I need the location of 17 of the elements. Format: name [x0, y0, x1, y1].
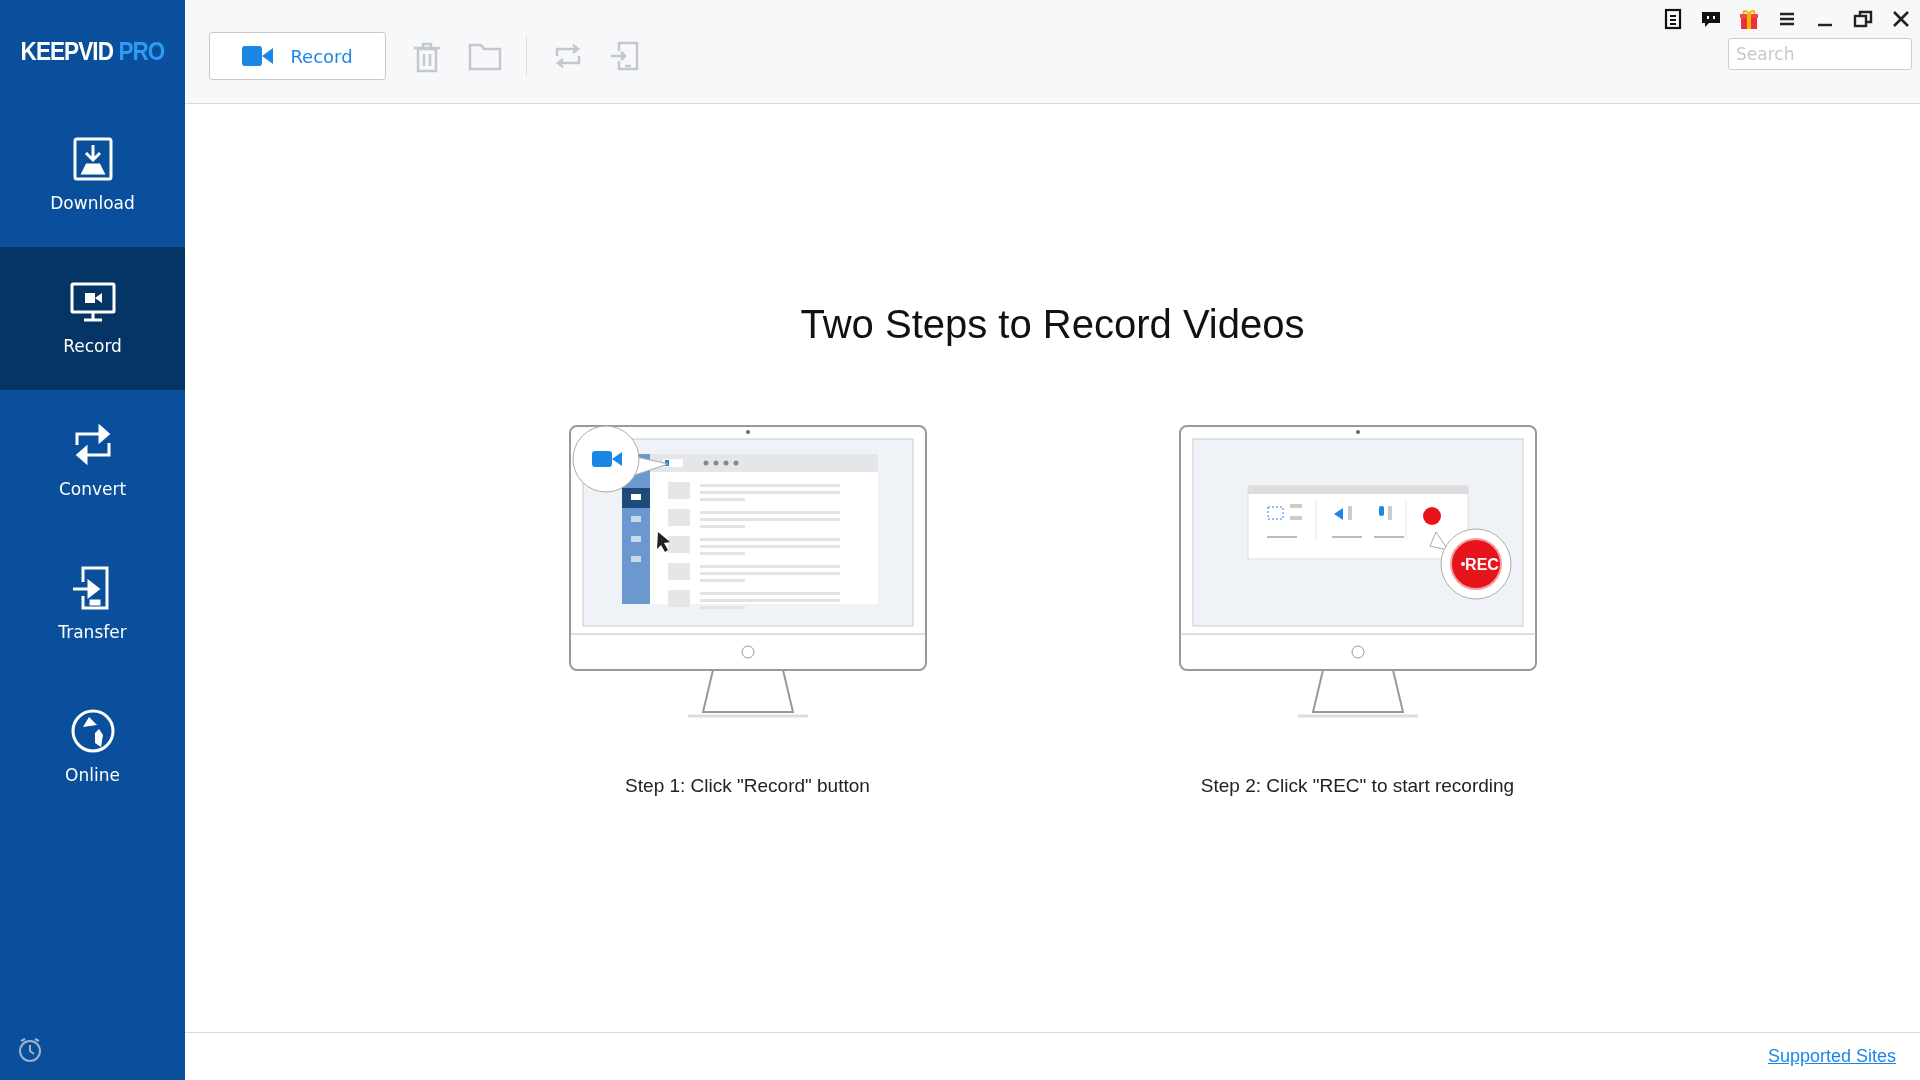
- restore-icon[interactable]: [1852, 8, 1874, 30]
- sidebar-item[interactable]: Transfer: [0, 533, 185, 676]
- rec-label: REC: [1464, 556, 1499, 573]
- supported-sites-link[interactable]: Supported Sites: [1767, 1043, 1896, 1070]
- clock-icon[interactable]: [16, 1036, 44, 1064]
- page-heading: Two Steps to Record Videos: [800, 301, 1305, 348]
- sidebar-item[interactable]: Online: [0, 676, 185, 819]
- sidebar-item[interactable]: Download: [0, 104, 185, 247]
- step-caption: Step 2: Click "REC" to start recording: [1200, 774, 1515, 798]
- record-button[interactable]: Record: [209, 32, 386, 80]
- sidebar-item[interactable]: Convert: [0, 390, 185, 533]
- app-logo: KEEPVID PRO: [19, 36, 166, 68]
- sidebar-item[interactable]: Record: [0, 247, 185, 390]
- video-camera-icon: [242, 46, 275, 66]
- notes-icon[interactable]: [1662, 8, 1684, 30]
- gift-icon[interactable]: [1738, 8, 1760, 30]
- step-caption: Step 1: Click "Record" button: [625, 774, 870, 798]
